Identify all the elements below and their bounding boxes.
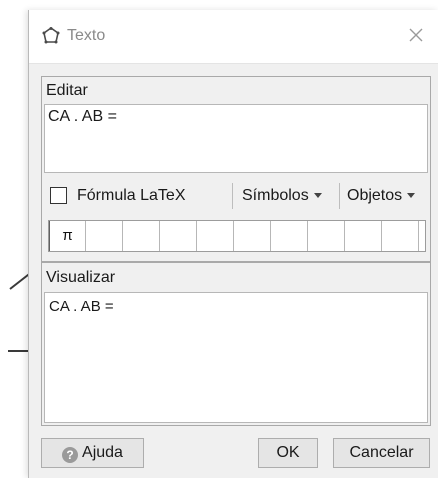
- edit-section: Editar CA . AB = Fórmula LaTeX Símbolos …: [41, 76, 431, 262]
- symbols-menu-button[interactable]: Símbolos: [242, 187, 322, 205]
- help-icon: ?: [62, 447, 79, 463]
- help-button-label: Ajuda: [82, 444, 123, 461]
- toolbar-separator: [339, 183, 340, 209]
- symbol-button[interactable]: [345, 221, 382, 251]
- preview-area: CA . AB =: [44, 292, 428, 423]
- window-title: Texto: [67, 27, 106, 44]
- symbol-button[interactable]: [234, 221, 271, 251]
- chevron-down-icon: [407, 193, 416, 199]
- title-bar[interactable]: Texto: [29, 10, 438, 64]
- latex-checkbox-label[interactable]: Fórmula LaTeX: [77, 187, 186, 205]
- text-editor-input[interactable]: CA . AB =: [44, 104, 428, 173]
- objects-menu-button[interactable]: Objetos: [347, 187, 416, 205]
- symbol-palette: π: [48, 220, 426, 252]
- symbol-button-pi[interactable]: π: [49, 221, 86, 251]
- polygon-outline-icon: [42, 27, 60, 44]
- toolbar-separator: [232, 183, 233, 209]
- edit-section-label: Editar: [46, 82, 88, 99]
- symbol-button[interactable]: [419, 221, 438, 251]
- edit-toolbar: Fórmula LaTeX Símbolos Objetos: [42, 179, 430, 211]
- symbols-menu-label: Símbolos: [242, 187, 309, 204]
- close-icon[interactable]: [405, 24, 427, 46]
- symbol-button[interactable]: [271, 221, 308, 251]
- help-button[interactable]: ? Ajuda: [41, 438, 144, 468]
- symbol-button[interactable]: [86, 221, 123, 251]
- stage: Texto Editar CA . AB = Fórmula LaTeX Sím…: [0, 0, 438, 478]
- cancel-button[interactable]: Cancelar: [333, 438, 430, 468]
- preview-section: Visualizar CA . AB =: [41, 262, 431, 426]
- ok-button[interactable]: OK: [258, 438, 318, 468]
- symbol-button[interactable]: [123, 221, 160, 251]
- symbol-button[interactable]: [382, 221, 419, 251]
- symbol-button[interactable]: [197, 221, 234, 251]
- objects-menu-label: Objetos: [347, 187, 403, 204]
- symbol-button[interactable]: [160, 221, 197, 251]
- chevron-down-icon: [313, 193, 322, 199]
- symbol-button[interactable]: [308, 221, 345, 251]
- text-dialog: Texto Editar CA . AB = Fórmula LaTeX Sím…: [28, 10, 438, 478]
- preview-section-label: Visualizar: [46, 269, 116, 286]
- latex-checkbox[interactable]: [50, 187, 67, 204]
